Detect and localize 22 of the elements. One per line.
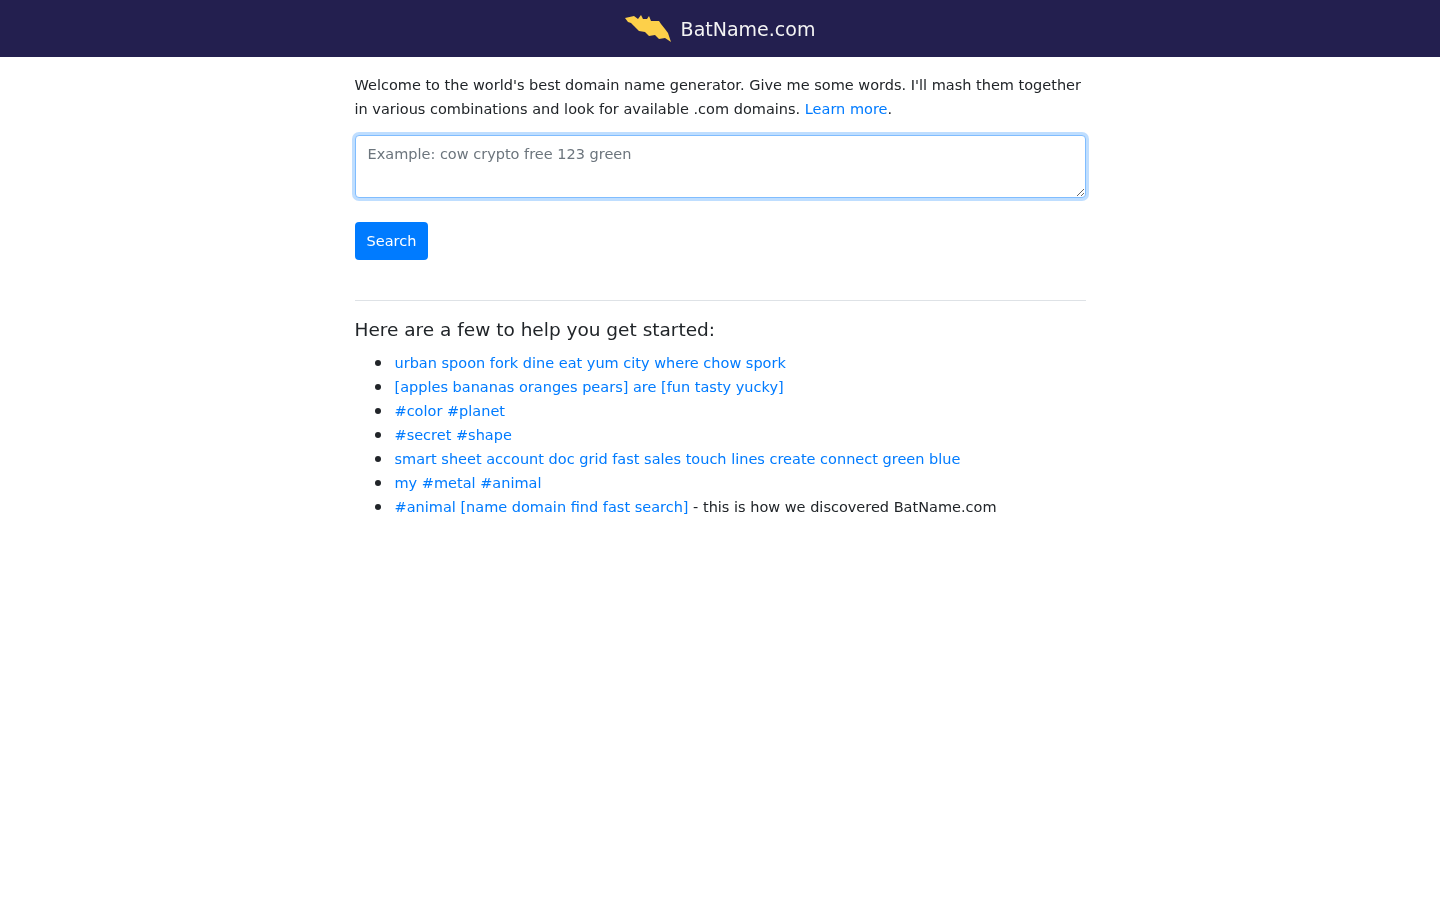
bullet-icon bbox=[374, 408, 381, 414]
bullet-icon bbox=[374, 384, 381, 390]
intro-text: Welcome to the world's best domain name generator. Give me some words. I'll mash them together in various combinations and look for available .com domains. Learn more. bbox=[354, 76, 1082, 119]
site-title[interactable]: BatName.com bbox=[680, 17, 816, 40]
learn-more-link[interactable]: Learn more bbox=[804, 101, 888, 117]
example-link[interactable]: #animal [name domain find fast search] bbox=[394, 495, 689, 519]
example-link[interactable]: urban spoon fork dine eat yum city where chow spork bbox=[394, 351, 786, 375]
examples-heading: Here are a few to help you get started: bbox=[354, 318, 717, 342]
example-link[interactable]: [apples bananas oranges pears] are [fun tasty yucky] bbox=[394, 375, 784, 399]
bat-logo-icon bbox=[624, 14, 671, 43]
example-link[interactable]: #secret #shape bbox=[394, 423, 512, 447]
example-link[interactable]: my #metal #animal bbox=[394, 471, 542, 495]
example-note: - this is how we discovered BatName.com bbox=[692, 498, 997, 517]
example-link[interactable]: smart sheet account doc grid fast sales touch lines create connect green blue bbox=[394, 447, 961, 471]
bullet-icon bbox=[374, 432, 381, 438]
search-button[interactable]: Search bbox=[354, 222, 429, 260]
bullet-icon bbox=[374, 360, 381, 366]
example-link[interactable]: #color #planet bbox=[394, 399, 506, 423]
bullet-icon bbox=[374, 504, 381, 510]
bullet-icon bbox=[374, 480, 381, 486]
bullet-icon bbox=[374, 456, 381, 462]
search-field[interactable]: Example: cow crypto free 123 green bbox=[354, 135, 1086, 198]
